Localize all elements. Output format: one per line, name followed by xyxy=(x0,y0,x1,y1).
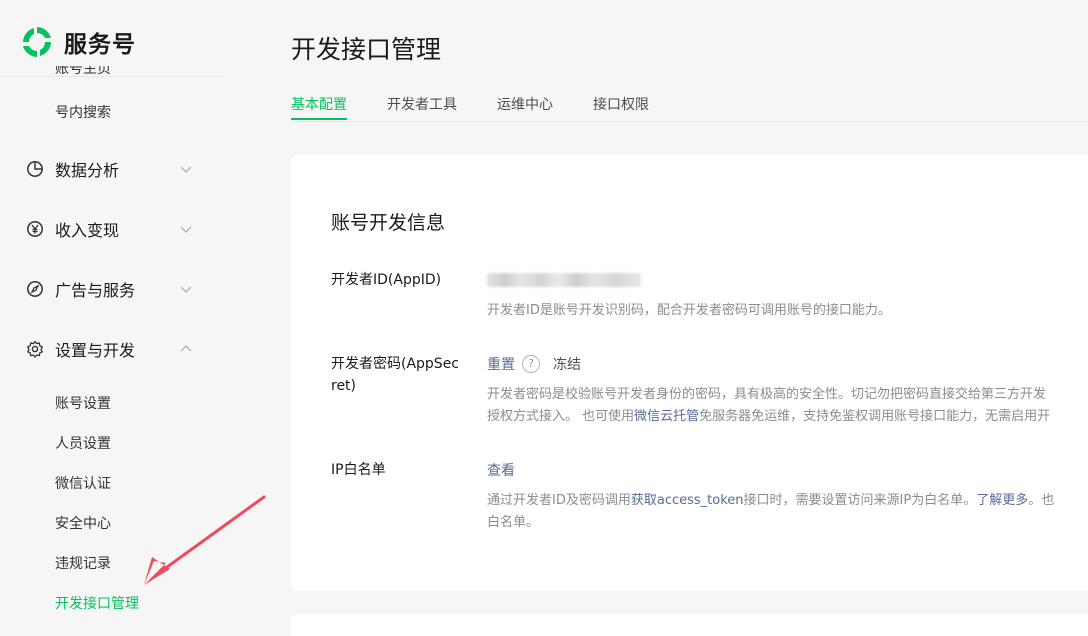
chevron-down-icon xyxy=(180,166,192,173)
next-card xyxy=(291,614,1088,636)
wechat-cloud-hosting-link[interactable]: 微信云托管 xyxy=(634,409,699,424)
ip-whitelist-description-line1: 通过开发者ID及密码调用获取access_token接口时，需要设置访问来源IP… xyxy=(487,493,1055,508)
brand-name: 服务号 xyxy=(64,32,136,58)
chevron-up-icon xyxy=(180,345,192,352)
help-icon[interactable]: ? xyxy=(522,355,540,373)
tab-basic-config[interactable]: 基本配置 xyxy=(291,94,347,114)
sidebar-item-security-center[interactable]: 安全中心 xyxy=(55,513,111,533)
appid-value-redacted xyxy=(487,273,641,287)
appid-label: 开发者ID(AppID) xyxy=(331,272,442,288)
sidebar-group-data-analysis[interactable]: 数据分析 xyxy=(26,157,196,181)
tab-interface-permissions[interactable]: 接口权限 xyxy=(593,94,649,114)
page-title: 开发接口管理 xyxy=(291,35,442,64)
tab-developer-tools[interactable]: 开发者工具 xyxy=(387,94,457,114)
ip-whitelist-label: IP白名单 xyxy=(331,462,386,478)
chevron-down-icon xyxy=(180,286,192,293)
yen-icon xyxy=(27,221,43,237)
sidebar-item-search[interactable]: 号内搜索 xyxy=(55,102,111,122)
main-content: 开发接口管理 基本配置 开发者工具 运维中心 接口权限 账号开发信息 开发者ID… xyxy=(224,0,1088,636)
appsecret-description-line1: 开发者密码是校验账号开发者身份的密码，具有极高的安全性。切记勿把密码直接交给第三… xyxy=(487,387,1047,402)
freeze-secret-link[interactable]: 冻结 xyxy=(553,354,581,374)
get-access-token-link[interactable]: 获取access_token xyxy=(631,493,744,508)
sidebar-item-dev-interface-management[interactable]: 开发接口管理 xyxy=(55,593,139,613)
learn-more-link[interactable]: 了解更多 xyxy=(976,493,1028,508)
appsecret-label-line1: 开发者密码(AppSec xyxy=(331,356,460,372)
reset-secret-link[interactable]: 重置 xyxy=(487,354,515,374)
card-title: 账号开发信息 xyxy=(331,212,446,234)
appsecret-label-line2: ret) xyxy=(331,378,357,394)
compass-icon xyxy=(27,281,43,297)
view-ip-whitelist-link[interactable]: 查看 xyxy=(487,460,515,480)
sidebar-item-account-home[interactable]: 账号主页 xyxy=(55,66,135,78)
gear-icon xyxy=(27,340,43,358)
appsecret-description-line2: 授权方式接入。 也可使用微信云托管免服务器免运维，支持免鉴权调用账号接口能力，无… xyxy=(487,409,1051,424)
brand[interactable]: 服务号 xyxy=(18,22,136,62)
chevron-down-icon xyxy=(180,226,192,233)
pie-chart-icon xyxy=(27,161,43,177)
sidebar-item-account-settings[interactable]: 账号设置 xyxy=(55,393,111,413)
tab-bar: 基本配置 开发者工具 运维中心 接口权限 xyxy=(291,92,1088,122)
sidebar-group-monetization[interactable]: 收入变现 xyxy=(26,217,196,241)
sidebar-item-wechat-verification[interactable]: 微信认证 xyxy=(55,473,111,493)
tab-ops-center[interactable]: 运维中心 xyxy=(497,94,553,114)
sidebar-item-member-settings[interactable]: 人员设置 xyxy=(55,433,111,453)
account-dev-info-card: 账号开发信息 开发者ID(AppID) 开发者ID是账号开发识别码，配合开发者密… xyxy=(291,155,1088,591)
appid-description: 开发者ID是账号开发识别码，配合开发者密码可调用账号的接口能力。 xyxy=(487,303,891,318)
wechat-service-logo-icon xyxy=(23,27,51,57)
sidebar-group-settings-dev[interactable]: 设置与开发 xyxy=(26,337,196,361)
sidebar-group-ads-services[interactable]: 广告与服务 xyxy=(26,277,196,301)
ip-whitelist-description-line2: 白名单。 xyxy=(487,515,540,530)
active-tab-indicator xyxy=(291,118,347,120)
sidebar-item-violation-records[interactable]: 违规记录 xyxy=(55,553,111,573)
